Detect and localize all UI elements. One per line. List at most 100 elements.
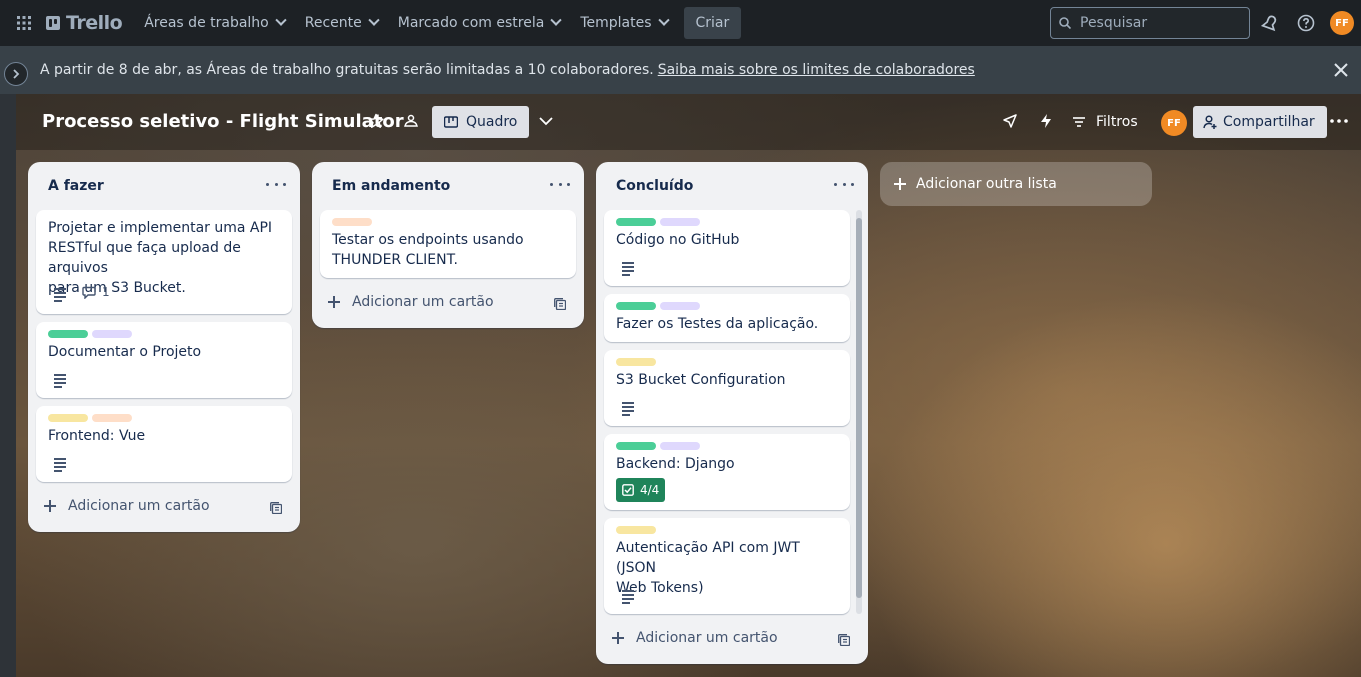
create-button[interactable]: Criar xyxy=(683,7,742,39)
comment-icon xyxy=(82,286,96,299)
sidebar-expand-button[interactable] xyxy=(4,62,28,86)
card-labels xyxy=(616,218,700,226)
card-labels xyxy=(616,442,700,450)
label-purple xyxy=(92,330,132,338)
search-input[interactable]: Pesquisar xyxy=(1050,7,1250,39)
trello-logo[interactable]: Trello xyxy=(46,12,123,34)
app-switcher-icon[interactable] xyxy=(8,7,40,39)
description-icon xyxy=(54,458,66,472)
logo-text: Trello xyxy=(66,12,123,34)
label-green xyxy=(48,330,88,338)
card-title-line: Web Tokens) xyxy=(616,580,704,596)
star-icon[interactable] xyxy=(366,111,386,131)
more-options-icon[interactable] xyxy=(1329,111,1349,131)
comment-count: 1 xyxy=(102,285,110,299)
chevron-down-icon[interactable] xyxy=(536,111,556,131)
menu-starred[interactable]: Marcado com estrela xyxy=(388,7,571,39)
label-orange xyxy=(332,218,372,226)
card[interactable]: Fazer os Testes da aplicação. xyxy=(604,294,850,342)
visibility-icon[interactable] xyxy=(401,111,421,131)
board-title[interactable]: Processo seletivo - Flight Simulator xyxy=(42,111,404,132)
description-icon xyxy=(622,402,634,416)
menu-label: Recente xyxy=(304,15,362,31)
label-purple xyxy=(660,218,700,226)
card[interactable]: S3 Bucket Configuration xyxy=(604,350,850,426)
plus-icon xyxy=(894,178,906,190)
card-title-line: RESTful que faça upload de arquivos xyxy=(48,240,241,276)
description-icon xyxy=(622,262,634,276)
card[interactable]: Testar os endpoints usando THUNDER CLIEN… xyxy=(320,210,576,278)
search-icon xyxy=(1059,17,1071,29)
menu-label: Marcado com estrela xyxy=(397,15,545,31)
menu-label: Áreas de trabalho xyxy=(144,15,269,31)
list-title[interactable]: Em andamento xyxy=(332,178,450,194)
power-ups-icon[interactable] xyxy=(1000,111,1020,131)
label-yellow xyxy=(616,358,656,366)
menu-recent[interactable]: Recente xyxy=(295,7,388,39)
list-title[interactable]: A fazer xyxy=(48,178,104,194)
plus-icon xyxy=(612,632,624,644)
card-title: Fazer os Testes da aplicação. xyxy=(616,316,819,332)
list-title[interactable]: Concluído xyxy=(616,178,693,194)
search-placeholder: Pesquisar xyxy=(1080,15,1148,31)
label-purple xyxy=(660,442,700,450)
checklist-count: 4/4 xyxy=(640,483,660,497)
card-title-line: Autenticação API com JWT (JSON xyxy=(616,540,800,576)
scrollbar-thumb[interactable] xyxy=(856,218,862,598)
banner-link[interactable]: Saiba mais sobre os limites de colaborad… xyxy=(658,62,975,78)
notifications-icon[interactable] xyxy=(1259,12,1281,34)
label-orange xyxy=(92,414,132,422)
label-green xyxy=(616,218,656,226)
card[interactable]: Frontend: Vue xyxy=(36,406,292,482)
add-member-icon xyxy=(1203,115,1217,129)
add-list-button[interactable]: Adicionar outra lista xyxy=(880,162,1152,206)
filter-label: Filtros xyxy=(1096,114,1138,130)
board-member-avatar[interactable]: FF xyxy=(1161,110,1187,136)
chevron-right-icon xyxy=(13,69,20,79)
chevron-down-icon xyxy=(550,14,562,26)
template-icon[interactable] xyxy=(270,502,282,514)
list-a-fazer: A fazer Projetar e implementar uma API R… xyxy=(28,162,300,532)
collaborator-limit-banner: A partir de 8 de abr, as Áreas de trabal… xyxy=(0,46,1361,94)
label-yellow xyxy=(616,526,656,534)
card-title: Documentar o Projeto xyxy=(48,344,202,360)
card[interactable]: Autenticação API com JWT (JSON Web Token… xyxy=(604,518,850,614)
list-menu-icon[interactable] xyxy=(550,176,570,192)
card-title-line: Projetar e implementar uma API xyxy=(48,220,273,236)
add-card-label: Adicionar um cartão xyxy=(352,294,494,310)
plus-icon xyxy=(328,296,340,308)
add-list-label: Adicionar outra lista xyxy=(916,176,1057,192)
filter-button[interactable]: Filtros xyxy=(1072,106,1138,138)
add-card-button[interactable]: Adicionar um cartão xyxy=(612,630,778,646)
template-icon[interactable] xyxy=(838,634,850,646)
description-icon xyxy=(54,288,66,302)
template-icon[interactable] xyxy=(554,298,566,310)
card[interactable]: Documentar o Projeto xyxy=(36,322,292,398)
comment-badge: 1 xyxy=(82,285,110,299)
trello-logo-icon xyxy=(46,16,60,30)
menu-templates[interactable]: Templates xyxy=(570,7,677,39)
list-menu-icon[interactable] xyxy=(266,176,286,192)
help-icon[interactable] xyxy=(1295,12,1317,34)
card[interactable]: Backend: Django 4/4 xyxy=(604,434,850,510)
label-purple xyxy=(660,302,700,310)
list-scrollbar[interactable] xyxy=(856,210,862,614)
share-button[interactable]: Compartilhar xyxy=(1193,106,1327,138)
user-avatar[interactable]: FF xyxy=(1330,11,1354,35)
card-labels xyxy=(48,414,132,422)
list-menu-icon[interactable] xyxy=(834,176,854,192)
share-label: Compartilhar xyxy=(1223,114,1315,130)
plus-icon xyxy=(44,500,56,512)
menu-workspaces[interactable]: Áreas de trabalho xyxy=(134,7,295,39)
board-header: Processo seletivo - Flight Simulator Qua… xyxy=(16,94,1361,150)
menu-label: Templates xyxy=(580,15,652,31)
top-navigation: Trello Áreas de trabalho Recente Marcado… xyxy=(0,0,1361,46)
close-icon[interactable] xyxy=(1331,60,1351,80)
view-board-button[interactable]: Quadro xyxy=(432,106,530,138)
automation-icon[interactable] xyxy=(1036,111,1056,131)
card-labels xyxy=(616,358,656,366)
add-card-button[interactable]: Adicionar um cartão xyxy=(328,294,494,310)
add-card-button[interactable]: Adicionar um cartão xyxy=(44,498,210,514)
card[interactable]: Código no GitHub xyxy=(604,210,850,286)
card[interactable]: Projetar e implementar uma API RESTful q… xyxy=(36,210,292,314)
